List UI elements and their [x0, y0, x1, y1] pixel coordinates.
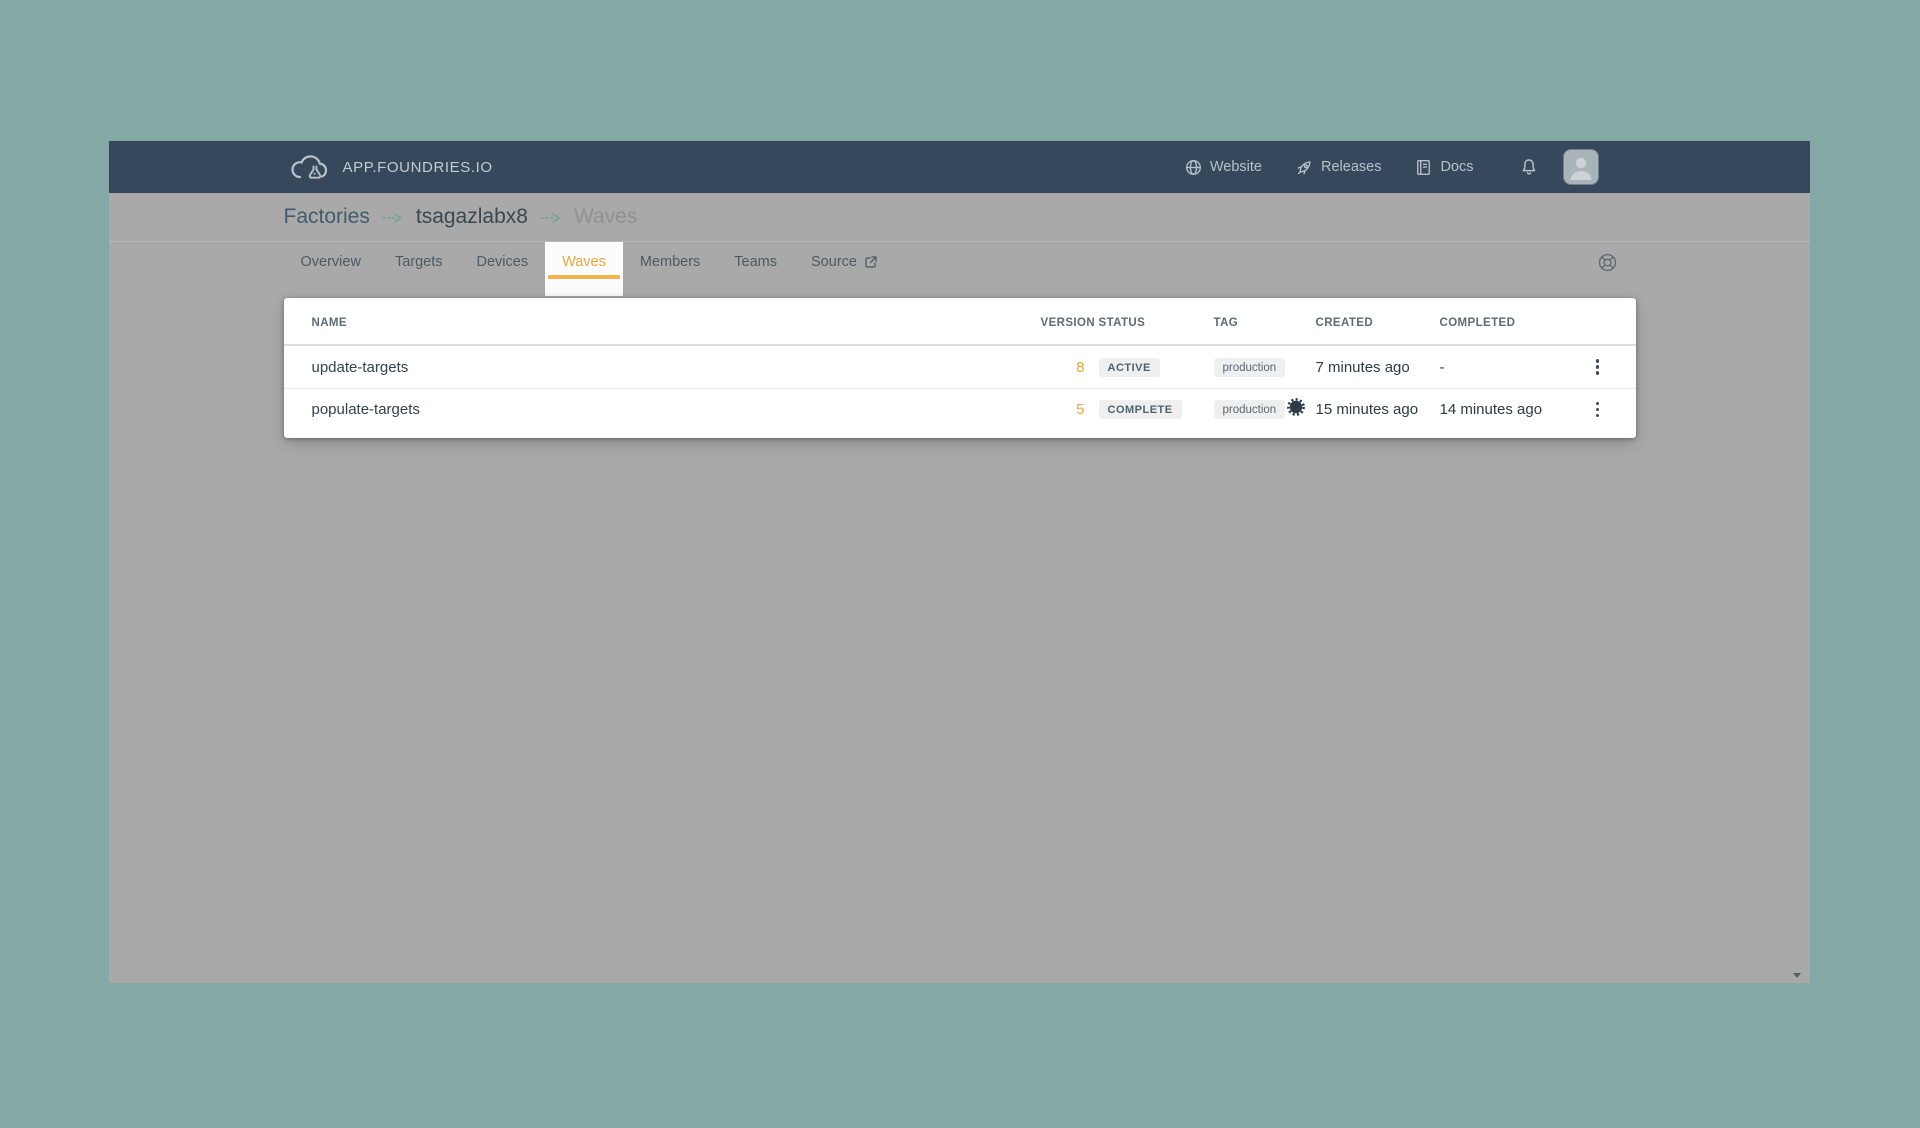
row-actions-kebab-icon[interactable]: [1586, 398, 1610, 422]
wave-name: update-targets: [312, 359, 1041, 376]
status-badge: ACTIVE: [1099, 358, 1160, 377]
brand-text: APP.FOUNDRIES.IO: [343, 159, 493, 176]
seal-cell: [1286, 397, 1316, 422]
breadcrumb-current-page: Waves: [574, 205, 637, 229]
table-row-update-targets[interactable]: update-targets 8 ACTIVE production 7 min…: [284, 346, 1636, 388]
nav-releases-label: Releases: [1321, 159, 1381, 175]
wave-completed: -: [1440, 359, 1580, 376]
globe-icon: [1185, 159, 1202, 176]
wave-name: populate-targets: [312, 401, 1041, 418]
active-tab-indicator: [548, 275, 620, 279]
table-row-populate-targets[interactable]: populate-targets 5 COMPLETE production 1…: [284, 388, 1636, 430]
nav-website-label: Website: [1210, 159, 1262, 175]
rocket-icon: [1296, 159, 1313, 176]
tag-badge: production: [1214, 358, 1286, 377]
wave-created: 7 minutes ago: [1316, 359, 1440, 376]
wave-completed: 14 minutes ago: [1440, 401, 1580, 418]
tabs-row: Overview Targets Devices Waves Members T…: [109, 242, 1810, 298]
cloud-flask-logo-icon: [288, 152, 332, 182]
column-header-name: NAME: [312, 317, 1041, 329]
app-window: APP.FOUNDRIES.IO Website: [109, 141, 1810, 983]
wave-version: 8: [1041, 359, 1085, 376]
breadcrumb-factories[interactable]: Factories: [284, 205, 370, 229]
user-avatar[interactable]: [1564, 150, 1598, 184]
breadcrumb-factory-name[interactable]: tsagazlabx8: [416, 205, 528, 229]
column-header-completed: COMPLETED: [1440, 317, 1580, 329]
table-header-row: NAME VERSION STATUS TAG CREATED COMPLETE…: [284, 298, 1636, 346]
tab-overview[interactable]: Overview: [284, 242, 378, 282]
bell-icon[interactable]: [1520, 158, 1538, 176]
wave-version: 5: [1041, 401, 1085, 418]
scrollbar-down-arrow-icon[interactable]: [1793, 973, 1801, 978]
external-link-icon: [864, 255, 878, 269]
docs-icon: [1415, 159, 1432, 176]
dashed-arrow-right-icon: [540, 212, 562, 224]
column-header-tag: TAG: [1200, 317, 1286, 329]
column-header-version: VERSION: [1041, 317, 1085, 329]
tab-members[interactable]: Members: [623, 242, 717, 282]
tab-targets[interactable]: Targets: [378, 242, 460, 282]
lifebuoy-help-icon[interactable]: [1597, 252, 1618, 273]
wave-created: 15 minutes ago: [1316, 401, 1440, 418]
brand[interactable]: APP.FOUNDRIES.IO: [288, 152, 493, 182]
tab-waves[interactable]: Waves: [545, 242, 623, 296]
tab-devices[interactable]: Devices: [460, 242, 546, 282]
breadcrumb-row: Factories tsagazlabx8 Waves: [109, 193, 1810, 242]
nav-docs-link[interactable]: Docs: [1415, 159, 1473, 176]
column-header-status: STATUS: [1085, 317, 1200, 329]
nav-docs-label: Docs: [1440, 159, 1473, 175]
tag-badge: production: [1214, 400, 1286, 419]
tab-teams[interactable]: Teams: [717, 242, 794, 282]
dashed-arrow-right-icon: [382, 212, 404, 224]
tab-source[interactable]: Source: [794, 242, 895, 282]
nav-website-link[interactable]: Website: [1185, 159, 1262, 176]
column-header-created: CREATED: [1316, 317, 1440, 329]
breadcrumb: Factories tsagazlabx8 Waves: [284, 205, 1636, 229]
top-navbar: APP.FOUNDRIES.IO Website: [109, 141, 1810, 193]
nav-releases-link[interactable]: Releases: [1296, 159, 1381, 176]
waves-table-card: NAME VERSION STATUS TAG CREATED COMPLETE…: [284, 298, 1636, 438]
row-actions-kebab-icon[interactable]: [1586, 355, 1610, 379]
status-badge: COMPLETE: [1099, 400, 1182, 419]
production-seal-icon: [1286, 397, 1306, 422]
